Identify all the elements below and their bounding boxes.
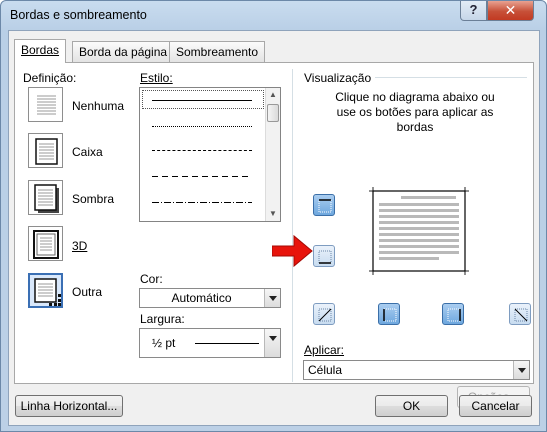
- bottom-border-icon: [318, 250, 332, 264]
- diagonal-down-icon: [514, 308, 528, 322]
- close-button[interactable]: ✕: [487, 1, 534, 21]
- shadow-border-icon: [34, 184, 59, 213]
- chevron-down-icon[interactable]: [264, 329, 280, 357]
- def-3d-button[interactable]: [28, 226, 63, 261]
- 3d-border-icon: [33, 230, 59, 259]
- def-3d-label: 3D: [72, 239, 87, 253]
- color-label: Cor:: [140, 272, 163, 286]
- box-border-icon: [35, 138, 58, 165]
- bottom-border-button[interactable]: [313, 245, 335, 267]
- style-label-text: Estilo:: [140, 71, 173, 85]
- tab-bordas[interactable]: Bordas: [14, 39, 67, 63]
- red-arrow-icon: [272, 234, 313, 268]
- window-title: Bordas e sombreamento: [10, 8, 147, 22]
- def-3d-text: 3D: [72, 239, 88, 253]
- left-border-icon: [383, 308, 397, 322]
- color-value: Automático: [171, 291, 232, 305]
- dialog-window: Bordas e sombreamento ? ✕ Bordas Borda d…: [0, 0, 547, 432]
- preview-label: Visualização: [304, 71, 372, 85]
- apply-value: Célula: [308, 363, 343, 377]
- preview-diagram[interactable]: [369, 187, 469, 275]
- def-shadow-button[interactable]: [28, 180, 63, 215]
- diagonal-down-border-button[interactable]: [313, 303, 335, 325]
- width-line-sample: [195, 343, 259, 344]
- preview-hint: Clique no diagrama abaixo ou use os botõ…: [335, 90, 495, 134]
- dialog-client-area: Bordas Borda da página Sombreamento Defi…: [8, 30, 540, 426]
- apply-select[interactable]: Célula: [303, 360, 530, 380]
- top-border-button[interactable]: [313, 194, 335, 216]
- width-value: ½ pt: [152, 336, 176, 350]
- width-label: Largura:: [140, 312, 185, 326]
- preview-diagram-graphic: [369, 187, 469, 275]
- def-box-button[interactable]: [28, 133, 63, 168]
- definition-label: Definição:: [23, 71, 77, 85]
- scroll-up-icon[interactable]: ▲: [266, 88, 280, 102]
- def-shadow-label: Sombra: [72, 192, 115, 206]
- style-label: Estilo:: [140, 71, 173, 85]
- scroll-thumb[interactable]: [267, 104, 279, 122]
- style-listbox[interactable]: ▲ ▼: [139, 87, 281, 222]
- diagonal-up-border-button[interactable]: [509, 303, 531, 325]
- apply-label-text: Aplicar:: [304, 343, 345, 357]
- help-button[interactable]: ?: [460, 1, 487, 21]
- style-dotted-option[interactable]: [152, 126, 252, 127]
- tab-label: Sombreamento: [176, 45, 259, 59]
- def-none-button[interactable]: [28, 87, 63, 122]
- def-custom-button[interactable]: [28, 273, 63, 308]
- custom-border-icon: [34, 278, 61, 306]
- right-border-icon: [447, 308, 461, 322]
- tab-borda-da-pagina[interactable]: Borda da página: [72, 41, 175, 62]
- cancel-button[interactable]: Cancelar: [459, 395, 532, 417]
- tab-sombreamento[interactable]: Sombreamento: [169, 41, 266, 62]
- def-custom-label: Outra: [72, 285, 103, 299]
- close-icon: ✕: [504, 2, 517, 18]
- scroll-down-icon[interactable]: ▼: [266, 207, 280, 221]
- style-scrollbar[interactable]: ▲ ▼: [265, 88, 280, 221]
- style-long-dashed-option[interactable]: [152, 176, 252, 177]
- none-border-icon: [37, 95, 56, 115]
- section-separator: [292, 69, 293, 382]
- diagonal-up-icon: [318, 308, 332, 322]
- width-select[interactable]: ½ pt: [139, 328, 281, 358]
- color-select[interactable]: Automático: [139, 288, 281, 308]
- def-none-label: Nenhuma: [72, 99, 125, 113]
- style-dash-dot-option[interactable]: [152, 202, 252, 203]
- left-border-button[interactable]: [378, 303, 400, 325]
- preview-rule: [375, 77, 527, 78]
- style-dashed-option[interactable]: [152, 150, 252, 151]
- help-icon: ?: [469, 2, 478, 17]
- apply-label: Aplicar:: [304, 343, 344, 357]
- chevron-down-icon[interactable]: [264, 289, 280, 307]
- top-border-icon: [318, 199, 332, 213]
- horizontal-line-button[interactable]: Linha Horizontal...: [15, 395, 123, 417]
- tab-panel: Definição: Nenhuma Caixa Sombra 3D Outra…: [14, 62, 534, 408]
- tab-label: Bordas: [21, 43, 60, 57]
- ok-button[interactable]: OK: [375, 395, 448, 417]
- right-border-button[interactable]: [442, 303, 464, 325]
- tab-label: Borda da página: [79, 45, 168, 59]
- style-solid-option[interactable]: [152, 100, 252, 101]
- def-box-label: Caixa: [72, 145, 103, 159]
- chevron-down-icon[interactable]: [513, 361, 529, 379]
